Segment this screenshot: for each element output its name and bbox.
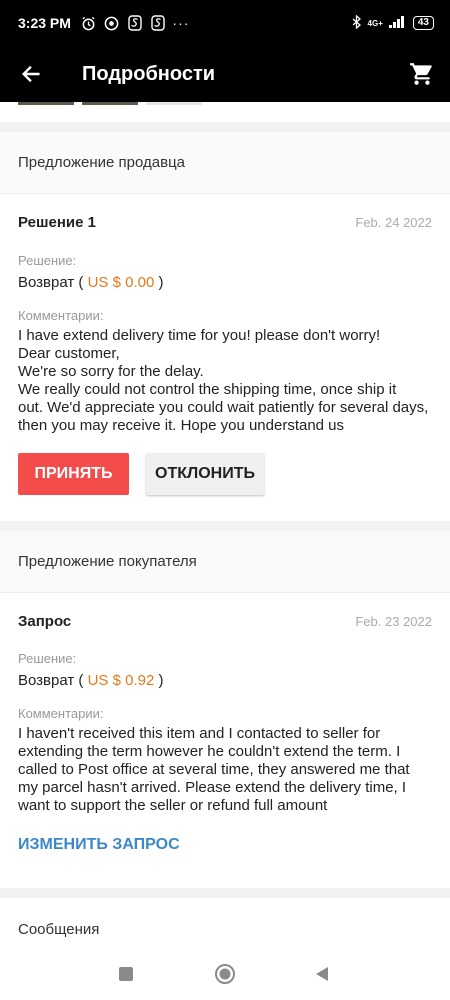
bluetooth-icon	[352, 14, 362, 32]
solution-value: Возврат ( US $ 0.00 )	[18, 274, 164, 291]
buyer-offer-header: Предложение покупателя	[0, 531, 450, 593]
square-icon	[119, 967, 133, 981]
battery-indicator: 43	[412, 16, 434, 30]
seller-offer-title: Решение 1	[18, 214, 96, 231]
edit-request-link[interactable]: ИЗМЕНИТЬ ЗАПРОС	[18, 836, 432, 854]
seller-offer-header: Предложение продавца	[0, 132, 450, 194]
decline-button[interactable]: ОТКЛОНИТЬ	[146, 453, 264, 495]
product-thumbnail[interactable]	[18, 102, 74, 105]
more-dots-icon: ···	[172, 15, 190, 31]
solution-value: Возврат ( US $ 0.92 )	[18, 672, 164, 689]
comments-label: Комментарии:	[18, 308, 104, 323]
circle-icon	[215, 964, 235, 984]
app-bar: Подробности	[0, 46, 450, 102]
messages-header: Сообщения	[18, 920, 100, 938]
solution-label: Решение:	[18, 651, 77, 666]
page-title: Подробности	[82, 62, 216, 85]
alarm-icon	[81, 15, 97, 31]
arrow-left-icon	[21, 65, 40, 83]
seller-offer-date: Feb. 24 2022	[355, 215, 432, 230]
triangle-back-icon	[316, 967, 328, 981]
signal-icon	[388, 15, 407, 31]
content-area: Предложение продавца Решение 1 Feb. 24 2…	[0, 102, 450, 950]
accept-button[interactable]: ПРИНЯТЬ	[18, 453, 129, 495]
network-type: 4G+	[367, 18, 383, 28]
product-thumbnail[interactable]	[82, 102, 138, 105]
product-thumbnail[interactable]	[146, 102, 202, 105]
status-time: 3:23 PM	[18, 15, 71, 31]
refund-amount: US $ 0.92	[87, 672, 155, 689]
chrome-icon	[104, 15, 120, 31]
app-s-icon-2	[150, 15, 166, 31]
app-s-icon	[127, 15, 143, 31]
back-nav-button[interactable]	[313, 965, 331, 983]
buyer-comment: I haven't received this item and I conta…	[18, 725, 410, 814]
recent-apps-button[interactable]	[117, 965, 135, 983]
status-bar: 3:23 PM ··· 4G+ 43	[0, 0, 450, 46]
seller-comment: I have extend delivery time for you! ple…	[18, 327, 429, 434]
buyer-offer-title: Запрос	[18, 613, 72, 630]
comments-label: Комментарии:	[18, 706, 104, 721]
solution-label: Решение:	[18, 253, 77, 268]
cart-icon	[410, 63, 432, 85]
refund-amount: US $ 0.00	[87, 274, 155, 291]
buyer-offer-date: Feb. 23 2022	[355, 614, 432, 629]
product-thumbnails	[0, 102, 450, 122]
messages-card: Сообщения	[0, 898, 450, 950]
cart-button[interactable]	[394, 46, 450, 102]
back-button[interactable]	[0, 46, 62, 102]
seller-offer-card: Предложение продавца Решение 1 Feb. 24 2…	[0, 132, 450, 521]
system-nav-bar	[0, 950, 450, 1000]
buyer-offer-card: Предложение покупателя Запрос Feb. 23 20…	[0, 531, 450, 888]
home-button[interactable]	[214, 963, 236, 985]
